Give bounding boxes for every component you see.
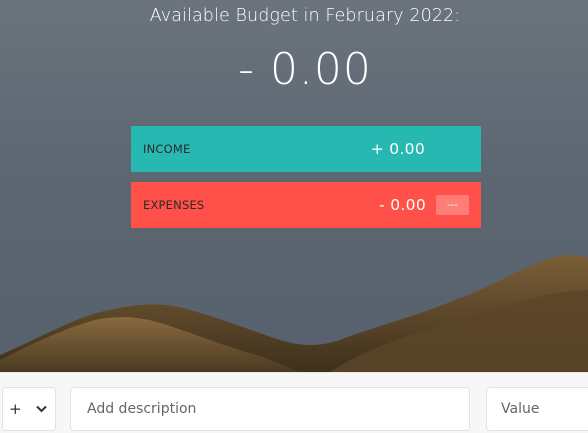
chevron-down-icon [36,405,47,413]
budget-title: Available Budget in February 2022: [149,6,461,26]
expenses-percentage-badge: --- [436,195,469,215]
income-label: Income [143,142,191,156]
type-select[interactable]: + [2,387,56,431]
expenses-summary: Expenses - 0.00 --- [131,182,481,228]
type-select-value: + [9,400,22,418]
income-summary: Income + 0.00 [131,126,481,172]
budget-value: - 0.00 [238,44,372,95]
budget-app: Available Budget in February 2022: - 0.0… [0,0,588,433]
value-input[interactable] [486,387,588,431]
expenses-value: - 0.00 [379,196,426,214]
description-input[interactable] [70,387,470,431]
budget-hero: Available Budget in February 2022: - 0.0… [0,0,588,372]
add-item-bar: + [0,372,588,433]
expenses-label: Expenses [143,198,205,212]
income-value: + 0.00 [370,140,425,158]
